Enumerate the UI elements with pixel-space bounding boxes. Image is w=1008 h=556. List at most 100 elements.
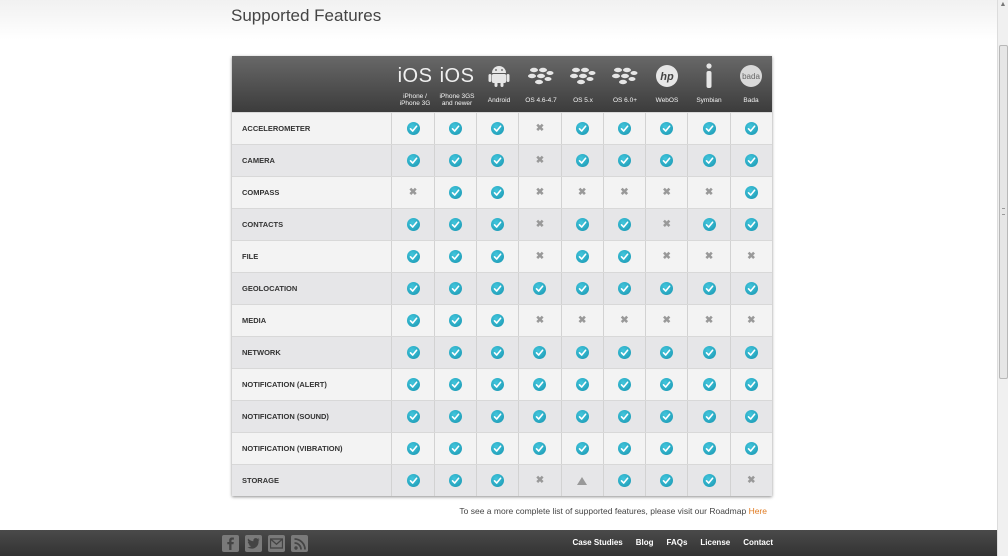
- check-circle-icon: [617, 250, 631, 263]
- platform-label: OS 6.0+: [604, 97, 646, 104]
- check-circle-icon: [448, 314, 462, 327]
- support-cell: ✖: [391, 177, 433, 208]
- blackberry-icon: [604, 61, 646, 91]
- support-cell: [602, 241, 645, 272]
- check-circle-icon: [448, 186, 462, 199]
- support-cell: [560, 273, 603, 304]
- support-cell: ✖: [729, 305, 772, 336]
- scroll-up-arrow-icon[interactable]: ▲: [998, 0, 1008, 10]
- cross-icon: ✖: [535, 474, 545, 486]
- feature-label: NETWORK: [242, 348, 281, 357]
- twitter-icon[interactable]: [245, 535, 262, 552]
- check-circle-icon: [660, 474, 674, 487]
- check-circle-icon: [448, 474, 462, 487]
- page-header-background: [0, 0, 998, 40]
- check-circle-icon: [744, 186, 758, 199]
- check-circle-icon: [406, 282, 420, 295]
- cross-icon: ✖: [747, 250, 756, 262]
- support-cell: [687, 113, 729, 144]
- check-circle-icon: [617, 410, 631, 423]
- platform-column-header: iOS iPhone 3GS and newer: [436, 56, 478, 112]
- cross-icon: ✖: [535, 218, 545, 230]
- check-circle-icon: [660, 442, 674, 455]
- platform-column-header: OS 5.x: [562, 56, 604, 112]
- check-circle-icon: [702, 474, 716, 487]
- table-row: MEDIA ✖ ✖ ✖ ✖ ✖ ✖: [232, 304, 772, 336]
- support-cell: [729, 145, 772, 176]
- support-cell: [475, 145, 518, 176]
- scrollbar-thumb[interactable]: [999, 45, 1008, 379]
- check-circle-icon: [617, 122, 631, 135]
- features-table: iOS iPhone / iPhone 3G iOS iPhone 3GS and new…: [232, 56, 772, 496]
- support-cell: [602, 433, 645, 464]
- cross-icon: ✖: [662, 218, 671, 230]
- check-circle-icon: [744, 282, 758, 295]
- support-cell: [560, 113, 603, 144]
- support-cell: [602, 401, 645, 432]
- check-circle-icon: [660, 122, 674, 135]
- scrollbar-grip-icon: [1002, 208, 1005, 215]
- support-cell: ✖: [645, 305, 687, 336]
- feature-label: FILE: [242, 252, 259, 261]
- support-cell: ✖: [729, 465, 772, 496]
- support-cell: ✖: [518, 241, 560, 272]
- support-cell: ✖: [518, 465, 560, 496]
- check-circle-icon: [406, 154, 420, 167]
- support-cell: [645, 337, 687, 368]
- support-cell: [518, 337, 560, 368]
- check-circle-icon: [491, 122, 505, 135]
- support-cell: [475, 113, 518, 144]
- check-circle-icon: [491, 410, 505, 423]
- support-cell: [433, 113, 476, 144]
- support-cell: [687, 433, 729, 464]
- symbian-icon: [688, 61, 730, 91]
- support-cell: [687, 273, 729, 304]
- footer-link-contact[interactable]: Contact: [743, 530, 773, 556]
- check-circle-icon: [448, 122, 462, 135]
- support-cell: [645, 465, 687, 496]
- platform-label-line: Symbian: [696, 97, 722, 104]
- support-cell: [602, 209, 645, 240]
- support-cell: [560, 337, 603, 368]
- platform-label: iPhone 3GS and newer: [436, 93, 478, 107]
- table-row: CONTACTS ✖ ✖: [232, 208, 772, 240]
- check-circle-icon: [744, 154, 758, 167]
- platform-column-header: OS 4.6-4.7: [520, 56, 562, 112]
- support-cell: [433, 401, 476, 432]
- support-cell: [391, 433, 433, 464]
- footer: Case Studies Blog FAQs License Contact: [0, 530, 998, 556]
- support-cell: [687, 209, 729, 240]
- table-row: ACCELEROMETER ✖: [232, 112, 772, 144]
- cross-icon: ✖: [535, 122, 545, 134]
- table-row: NOTIFICATION (VIBRATION): [232, 432, 772, 464]
- footer-link-case-studies[interactable]: Case Studies: [572, 530, 622, 556]
- platform-column-header: bada Bada: [730, 56, 772, 112]
- footer-link-license[interactable]: License: [700, 530, 730, 556]
- check-circle-icon: [617, 154, 631, 167]
- support-cell: [560, 465, 603, 496]
- check-circle-icon: [702, 378, 716, 391]
- support-cell: [560, 241, 603, 272]
- rss-icon[interactable]: [291, 535, 308, 552]
- roadmap-here-link[interactable]: Here: [749, 506, 767, 516]
- footer-link-blog[interactable]: Blog: [636, 530, 654, 556]
- check-circle-icon: [406, 410, 420, 423]
- cross-icon: ✖: [747, 474, 756, 486]
- platform-label-line: OS 5.x: [573, 97, 593, 104]
- support-cell: [518, 401, 560, 432]
- support-cell: [602, 465, 645, 496]
- check-circle-icon: [617, 474, 631, 487]
- support-cell: [475, 401, 518, 432]
- check-circle-icon: [744, 378, 758, 391]
- support-cell: ✖: [518, 145, 560, 176]
- facebook-icon[interactable]: [222, 535, 239, 552]
- vertical-scrollbar[interactable]: ▲: [997, 0, 1008, 556]
- check-circle-icon: [491, 282, 505, 295]
- platform-label: Symbian: [688, 97, 730, 104]
- email-icon[interactable]: [268, 535, 285, 552]
- bada-icon: bada: [730, 61, 772, 91]
- support-cell: [645, 401, 687, 432]
- support-cell: ✖: [602, 177, 645, 208]
- footer-link-faqs[interactable]: FAQs: [667, 530, 688, 556]
- platform-column-header: OS 6.0+: [604, 56, 646, 112]
